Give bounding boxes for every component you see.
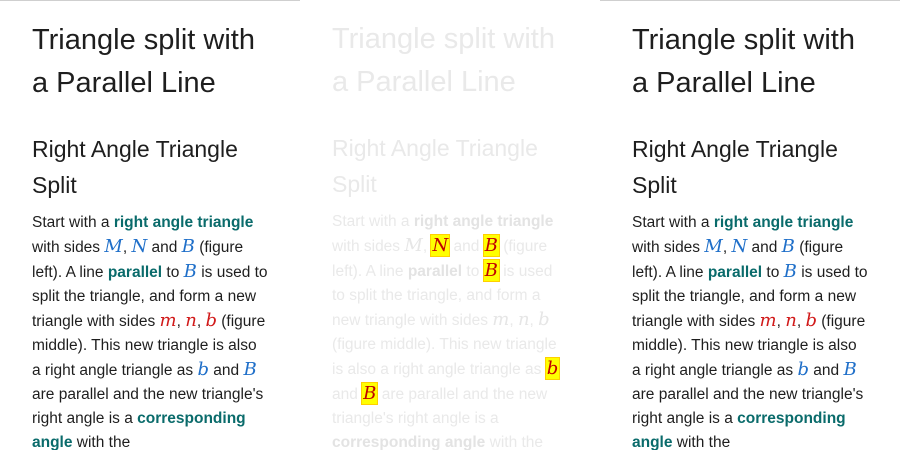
- math-m: m: [492, 309, 510, 330]
- math-B-highlighted: B: [482, 234, 500, 257]
- math-B: B: [783, 261, 797, 282]
- section-heading: Right Angle Triangle Split: [32, 136, 238, 198]
- math-n: n: [185, 310, 197, 331]
- math-n: n: [785, 310, 797, 331]
- math-N-highlighted: N: [430, 234, 451, 257]
- link-right-angle-triangle[interactable]: right angle triangle: [414, 213, 554, 230]
- panel-middle: Triangle split with a Parallel Line Righ…: [300, 0, 600, 450]
- section-heading: Right Angle Triangle Split: [632, 136, 838, 198]
- math-N: N: [731, 236, 748, 257]
- math-M: M: [104, 236, 123, 257]
- link-parallel[interactable]: parallel: [408, 263, 462, 280]
- math-b: b: [797, 359, 809, 380]
- link-right-angle-triangle[interactable]: right angle triangle: [114, 214, 254, 231]
- math-B: B: [183, 261, 197, 282]
- body-paragraph: Start with a right angle triangle with s…: [332, 213, 561, 450]
- link-corresponding-angle[interactable]: corresponding angle: [332, 434, 485, 450]
- body-paragraph: Start with a right angle triangle with s…: [632, 214, 868, 450]
- math-b: b: [197, 359, 209, 380]
- panel-right: Triangle split with a Parallel Line Righ…: [600, 0, 900, 450]
- math-M: M: [704, 236, 723, 257]
- link-parallel[interactable]: parallel: [708, 264, 762, 281]
- section-heading: Right Angle Triangle Split: [332, 135, 538, 197]
- link-parallel[interactable]: parallel: [108, 264, 162, 281]
- math-B-highlighted: B: [361, 382, 379, 405]
- math-b-highlighted: b: [544, 357, 561, 380]
- math-B: B: [781, 236, 795, 257]
- math-B: B: [181, 236, 195, 257]
- math-b: b: [805, 310, 817, 331]
- page-title: Triangle split with a Parallel Line: [632, 24, 855, 99]
- link-right-angle-triangle[interactable]: right angle triangle: [714, 214, 854, 231]
- math-m: m: [759, 310, 777, 331]
- math-b: b: [205, 310, 217, 331]
- body-paragraph: Start with a right angle triangle with s…: [32, 214, 268, 450]
- math-n: n: [517, 309, 530, 330]
- math-N: N: [131, 236, 148, 257]
- math-m: m: [159, 310, 177, 331]
- math-b: b: [538, 309, 550, 330]
- math-M: M: [404, 235, 423, 256]
- math-B-highlighted: B: [482, 259, 500, 282]
- panel-left: Triangle split with a Parallel Line Righ…: [0, 0, 300, 450]
- page-title: Triangle split with a Parallel Line: [32, 24, 255, 99]
- page-title: Triangle split with a Parallel Line: [332, 23, 555, 98]
- math-B: B: [843, 359, 857, 380]
- math-B: B: [243, 359, 257, 380]
- comparison-stage: Triangle split with a Parallel Line Righ…: [0, 0, 900, 450]
